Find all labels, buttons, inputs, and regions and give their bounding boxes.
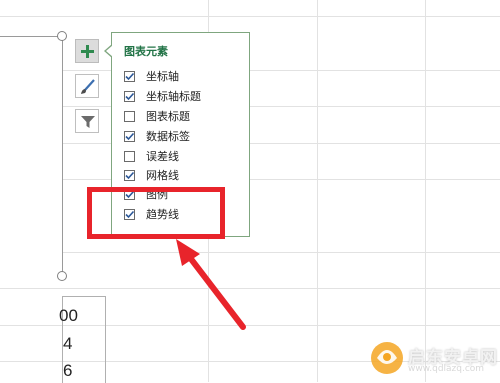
watermark-url: www.qdlazq.com	[408, 364, 485, 374]
cell-value[interactable]: 6	[63, 361, 72, 381]
data-cells: 00 4 6	[59, 296, 106, 383]
watermark-logo-icon	[371, 342, 403, 374]
cell-value[interactable]: 00	[59, 306, 78, 326]
cell-value[interactable]: 4	[63, 334, 72, 354]
